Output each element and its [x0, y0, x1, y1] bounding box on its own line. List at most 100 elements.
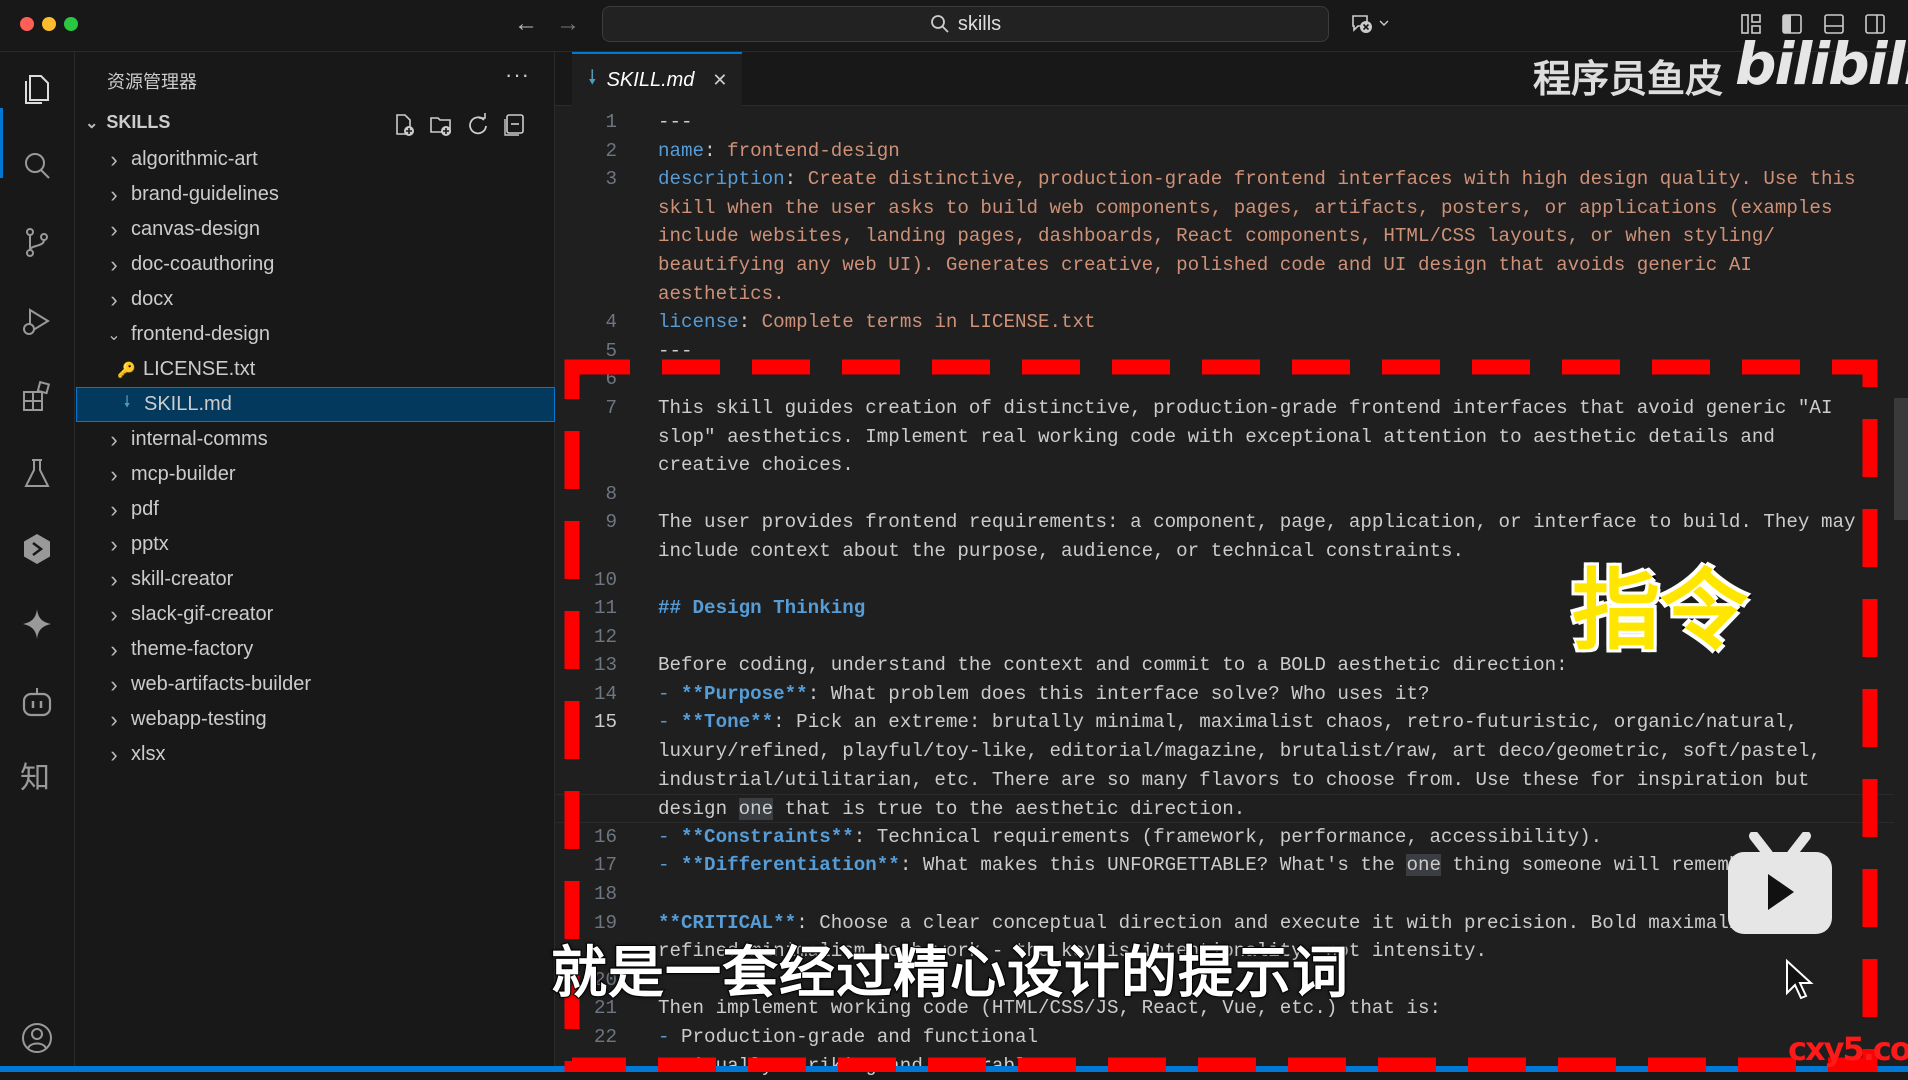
workspace-root-folder[interactable]: ⌄ SKILLS	[85, 112, 170, 133]
code-line[interactable]: 10	[555, 566, 1895, 595]
toggle-primary-sidebar-icon[interactable]	[1779, 12, 1805, 36]
code-line[interactable]: slop" aesthetics. Implement real working…	[555, 423, 1895, 452]
forward-arrow-icon[interactable]: →	[556, 10, 580, 38]
code-token: ## Design Thinking	[658, 597, 865, 619]
remote-explorer-icon[interactable]	[18, 530, 56, 568]
editor-scrollbar[interactable]	[1894, 108, 1908, 1067]
code-line[interactable]: 14- **Purpose**: What problem does this …	[555, 680, 1895, 709]
tree-item[interactable]: ›webapp-testing	[75, 702, 555, 737]
code-line[interactable]: 13Before coding, understand the context …	[555, 651, 1895, 680]
explorer-sidebar: 资源管理器 ··· ⌄ SKILLS ›algorithmic-art›bran…	[75, 52, 555, 1067]
chevron-right-icon: ›	[105, 742, 123, 768]
new-folder-icon[interactable]	[428, 112, 454, 138]
code-line[interactable]: 1---	[555, 108, 1895, 137]
sparkle-icon[interactable]	[18, 605, 56, 643]
status-bar	[0, 1066, 1908, 1072]
tree-item[interactable]: ›algorithmic-art	[75, 142, 555, 177]
line-text: license: Complete terms in LICENSE.txt	[658, 308, 1096, 337]
toggle-secondary-sidebar-icon[interactable]	[1862, 12, 1888, 36]
minimize-window-button[interactable]	[42, 17, 56, 31]
code-line[interactable]: 20	[555, 966, 1895, 995]
line-number: 13	[555, 651, 617, 680]
code-editor[interactable]: 1---2name: frontend-design3description: …	[555, 108, 1895, 1080]
code-token: Complete terms in LICENSE.txt	[762, 311, 1096, 333]
line-text: beautifying any web UI). Generates creat…	[658, 251, 1752, 280]
zhi-knowledge-icon[interactable]: 知	[18, 757, 56, 795]
tree-item[interactable]: ›xlsx	[75, 737, 555, 772]
code-line[interactable]: creative choices.	[555, 451, 1895, 480]
code-line[interactable]: 11## Design Thinking	[555, 594, 1895, 623]
more-actions-button[interactable]: ···	[505, 62, 530, 88]
tree-item[interactable]: ›slack-gif-creator	[75, 597, 555, 632]
tree-item[interactable]: ›docx	[75, 282, 555, 317]
code-line[interactable]: skill when the user asks to build web co…	[555, 194, 1895, 223]
code-line[interactable]: 17- **Differentiation**: What makes this…	[555, 851, 1895, 880]
code-line[interactable]: 22- Production-grade and functional	[555, 1023, 1895, 1052]
code-line[interactable]: 16- **Constraints**: Technical requireme…	[555, 823, 1895, 852]
code-token: : Technical requirements (framework, per…	[854, 826, 1602, 848]
tree-item[interactable]: ›mcp-builder	[75, 457, 555, 492]
code-line[interactable]: 12	[555, 623, 1895, 652]
maximize-window-button[interactable]	[64, 17, 78, 31]
code-line[interactable]: include context about the purpose, audie…	[555, 537, 1895, 566]
extensions-icon[interactable]	[18, 378, 56, 416]
new-file-icon[interactable]	[391, 112, 417, 138]
search-icon[interactable]	[18, 147, 56, 185]
command-center-search[interactable]: skills	[602, 6, 1329, 42]
tree-item[interactable]: ›brand-guidelines	[75, 177, 555, 212]
toggle-panel-icon[interactable]	[1821, 12, 1847, 36]
tree-item[interactable]: ›pdf	[75, 492, 555, 527]
scrollbar-thumb[interactable]	[1894, 398, 1908, 520]
code-token: The user provides frontend requirements:…	[658, 511, 1856, 533]
code-line[interactable]: 18	[555, 880, 1895, 909]
activity-bar: 知	[0, 52, 75, 1067]
code-line[interactable]: beautifying any web UI). Generates creat…	[555, 251, 1895, 280]
source-control-icon[interactable]	[18, 223, 56, 261]
code-line[interactable]: design one that is true to the aesthetic…	[555, 794, 1895, 823]
customize-layout-icon[interactable]	[1738, 12, 1764, 36]
code-line[interactable]: 9The user provides frontend requirements…	[555, 508, 1895, 537]
run-debug-icon[interactable]	[18, 302, 56, 340]
back-arrow-icon[interactable]: ←	[514, 10, 538, 38]
copilot-chat-icon[interactable]	[1350, 12, 1394, 36]
tree-item[interactable]: ›canvas-design	[75, 212, 555, 247]
code-line[interactable]: 7This skill guides creation of distincti…	[555, 394, 1895, 423]
refresh-icon[interactable]	[465, 112, 491, 138]
line-text: slop" aesthetics. Implement real working…	[658, 423, 1775, 452]
account-icon[interactable]	[18, 1019, 56, 1057]
code-line[interactable]: 2name: frontend-design	[555, 137, 1895, 166]
tree-item[interactable]: ›doc-coauthoring	[75, 247, 555, 282]
explorer-icon[interactable]	[18, 70, 56, 108]
tree-item[interactable]: 🔑LICENSE.txt	[75, 352, 555, 387]
code-line[interactable]: 4license: Complete terms in LICENSE.txt	[555, 308, 1895, 337]
tree-item[interactable]: ›internal-comms	[75, 422, 555, 457]
code-line[interactable]: 21Then implement working code (HTML/CSS/…	[555, 994, 1895, 1023]
collapse-all-icon[interactable]	[502, 112, 528, 138]
code-token: : What makes this UNFORGETTABLE? What's …	[900, 854, 1407, 876]
code-line[interactable]: include websites, landing pages, dashboa…	[555, 222, 1895, 251]
code-token: aesthetics.	[658, 283, 785, 305]
tab-skill-md[interactable]: 🠗 SKILL.md ✕	[572, 52, 742, 106]
code-line[interactable]: 8	[555, 480, 1895, 509]
code-line[interactable]: 19**CRITICAL**: Choose a clear conceptua…	[555, 909, 1895, 938]
code-token: description	[658, 168, 785, 190]
code-token: design	[658, 798, 739, 820]
robot-icon[interactable]	[18, 683, 56, 721]
tree-item[interactable]: ›web-artifacts-builder	[75, 667, 555, 702]
code-line[interactable]: industrial/utilitarian, etc. There are s…	[555, 766, 1895, 795]
close-tab-icon[interactable]: ✕	[712, 70, 727, 91]
code-line[interactable]: luxury/refined, playful/toy-like, editor…	[555, 737, 1895, 766]
code-line[interactable]: aesthetics.	[555, 280, 1895, 309]
code-line[interactable]: 6	[555, 365, 1895, 394]
tree-item[interactable]: 🠗SKILL.md	[76, 387, 555, 422]
tree-item[interactable]: ⌄frontend-design	[75, 317, 555, 352]
tree-item[interactable]: ›pptx	[75, 527, 555, 562]
code-line[interactable]: 15- **Tone**: Pick an extreme: brutally …	[555, 708, 1895, 737]
tree-item[interactable]: ›skill-creator	[75, 562, 555, 597]
code-line[interactable]: 5---	[555, 337, 1895, 366]
close-window-button[interactable]	[20, 17, 34, 31]
testing-icon[interactable]	[18, 454, 56, 492]
code-line[interactable]: refined minimalism both work - the key i…	[555, 937, 1895, 966]
tree-item[interactable]: ›theme-factory	[75, 632, 555, 667]
code-line[interactable]: 3description: Create distinctive, produc…	[555, 165, 1895, 194]
